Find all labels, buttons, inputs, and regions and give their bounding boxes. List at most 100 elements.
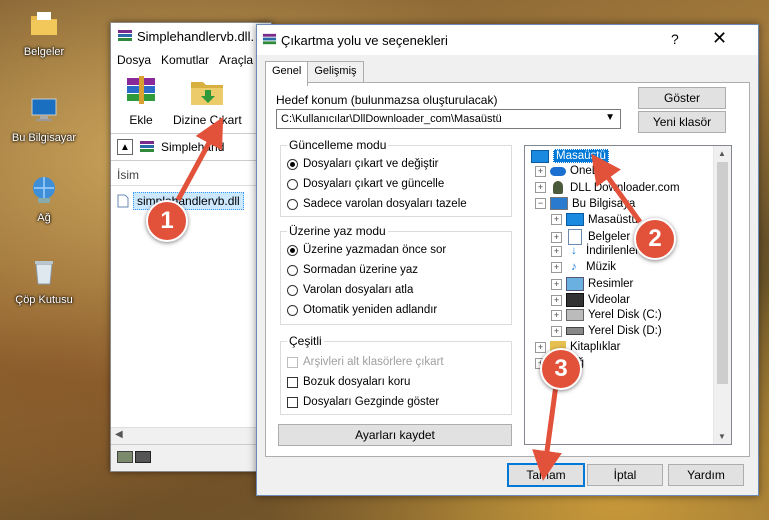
add-button-label: Ekle	[129, 113, 153, 127]
expand-icon[interactable]: +	[551, 309, 562, 321]
winrar-toolbar: Ekle Dizine Çıkart	[111, 71, 271, 127]
file-row[interactable]: simplehandlervb.dll	[117, 192, 271, 210]
radio-selected[interactable]	[287, 244, 298, 256]
tree-item-documents[interactable]: + Belgeler	[551, 229, 630, 245]
tree-item-label: İndirilenler	[586, 245, 640, 257]
save-settings-button[interactable]: Ayarları kaydet	[278, 424, 512, 446]
menu-tools[interactable]: Araçla	[219, 53, 253, 67]
winrar-icon	[262, 33, 277, 45]
overwrite-mode-title: Üzerine yaz modu	[287, 224, 388, 238]
expand-icon[interactable]: +	[551, 325, 562, 337]
horizontal-scrollbar[interactable]: ◀	[111, 427, 271, 445]
expand-icon[interactable]: +	[551, 261, 562, 273]
up-folder-icon[interactable]: ▲	[117, 139, 133, 155]
option-label: Dosyaları Gezginde göster	[303, 396, 440, 408]
menu-file[interactable]: Dosya	[117, 53, 151, 67]
misc-option-show-in-explorer[interactable]: Dosyaları Gezginde göster	[287, 396, 439, 408]
overwrite-option-rename[interactable]: Otomatik yeniden adlandır	[287, 304, 437, 316]
radio-selected[interactable]	[287, 158, 298, 170]
option-label: Dosyaları çıkart ve güncelle	[303, 178, 445, 190]
tree-item-desktop[interactable]: Masaüstü	[531, 149, 609, 163]
scroll-down-icon[interactable]: ▼	[718, 432, 726, 441]
tab-general[interactable]: Genel	[265, 61, 309, 86]
checkbox[interactable]	[287, 376, 298, 388]
scroll-up-icon[interactable]: ▲	[718, 149, 726, 158]
tree-item-dlldownloader[interactable]: + DLL Downloader.com	[535, 181, 680, 194]
tree-item-pc-desktop[interactable]: + Masaüstü	[551, 213, 638, 226]
step-3-badge: 3	[540, 348, 582, 390]
ok-button[interactable]: Tamam	[507, 463, 585, 487]
new-folder-button[interactable]: Yeni klasör	[638, 111, 726, 133]
folder-tree[interactable]: Masaüstü + OneDr + DLL Downloader.com − Bu …	[524, 145, 732, 445]
scroll-thumb[interactable]	[717, 162, 728, 384]
help-button[interactable]: Yardım	[668, 464, 744, 486]
destination-label: Hedef konum (bulunmazsa oluşturulacak)	[276, 93, 498, 107]
expand-icon[interactable]: +	[551, 245, 562, 257]
tab-advanced[interactable]: Gelişmiş	[307, 61, 364, 83]
chevron-down-icon[interactable]: ▼	[605, 112, 615, 123]
extract-folder-icon	[191, 82, 224, 105]
update-option-extract-update[interactable]: Dosyaları çıkart ve güncelle	[287, 178, 444, 190]
close-icon[interactable]: ✕	[712, 28, 727, 49]
tree-item-label: Müzik	[586, 261, 617, 273]
show-button[interactable]: Göster	[638, 87, 726, 109]
radio[interactable]	[287, 198, 298, 210]
desktop-icon-recycle-bin[interactable]: Çöp Kutusu	[6, 256, 82, 306]
misc-option-keep-broken[interactable]: Bozuk dosyaları koru	[287, 376, 410, 388]
tree-item-disk-c[interactable]: + Yerel Disk (C:)	[551, 309, 662, 321]
update-option-extract-replace[interactable]: Dosyaları çıkart ve değiştir	[287, 158, 439, 170]
radio[interactable]	[287, 284, 298, 296]
misc-option-subfolders[interactable]: Arşivleri alt klasörlere çıkart	[287, 356, 444, 368]
download-icon: ↓	[571, 245, 577, 257]
expand-icon[interactable]: +	[551, 278, 562, 290]
pictures-icon	[566, 277, 584, 291]
help-icon[interactable]: ?	[671, 31, 679, 47]
winrar-titlebar: Simplehandlervb.dll.	[111, 23, 271, 49]
general-panel: Hedef konum (bulunmazsa oluşturulacak) C…	[265, 82, 750, 457]
expand-icon[interactable]: +	[551, 294, 562, 306]
tree-item-pictures[interactable]: + Resimler	[551, 277, 633, 291]
tree-item-music[interactable]: + ♪ Müzik	[551, 261, 616, 273]
menu-commands[interactable]: Komutlar	[161, 53, 209, 67]
desktop-icon-documents[interactable]: Belgeler	[6, 8, 82, 58]
desktop-icon	[566, 213, 584, 226]
cancel-button[interactable]: İptal	[587, 464, 663, 486]
collapse-icon[interactable]: −	[535, 198, 546, 209]
dialog-title: Çıkartma yolu ve seçenekleri	[281, 32, 448, 48]
overwrite-option-ask[interactable]: Üzerine yazmadan önce sor	[287, 244, 446, 256]
radio[interactable]	[287, 178, 298, 190]
tree-item-disk-d[interactable]: + Yerel Disk (D:)	[551, 325, 662, 337]
option-label: Üzerine yazmadan önce sor	[303, 244, 447, 256]
expand-icon[interactable]: +	[535, 182, 546, 193]
expand-icon[interactable]: +	[551, 214, 562, 225]
misc-title: Çeşitli	[287, 334, 324, 348]
column-name-header[interactable]: İsim	[111, 165, 271, 186]
option-label: Otomatik yeniden adlandır	[303, 304, 438, 316]
tree-item-onedrive[interactable]: + OneDr	[535, 165, 604, 177]
desktop-icon-this-pc[interactable]: Bu Bilgisayar	[6, 94, 82, 144]
tree-item-this-pc[interactable]: − Bu Bilgisaya	[535, 197, 635, 210]
tree-item-label: Bu Bilgisaya	[572, 197, 636, 210]
winrar-window: Simplehandlervb.dll. Dosya Komutlar Araç…	[110, 22, 272, 472]
checkbox[interactable]	[287, 396, 298, 408]
expand-icon[interactable]: +	[551, 231, 562, 243]
tree-item-downloads[interactable]: + ↓ İndirilenler	[551, 245, 639, 257]
desktop-icon-network[interactable]: Ağ	[6, 174, 82, 224]
desktop-icon-label: Çöp Kutusu	[15, 294, 73, 306]
update-option-freshen[interactable]: Sadece varolan dosyaları tazele	[287, 198, 467, 210]
expand-icon[interactable]: +	[535, 341, 546, 353]
destination-path-value: C:\Kullanıcılar\DllDownloader_com\Masaüs…	[281, 113, 502, 125]
destination-path-combobox[interactable]: C:\Kullanıcılar\DllDownloader_com\Masaüs…	[276, 109, 621, 129]
user-icon	[553, 181, 563, 194]
overwrite-option-skip[interactable]: Varolan dosyaları atla	[287, 284, 413, 296]
add-button[interactable]: Ekle	[121, 74, 161, 127]
tree-item-videos[interactable]: + Videolar	[551, 293, 630, 307]
overwrite-option-without-prompt[interactable]: Sormadan üzerine yaz	[287, 264, 418, 276]
radio[interactable]	[287, 264, 298, 276]
expand-icon[interactable]: +	[535, 165, 546, 177]
extract-to-button[interactable]: Dizine Çıkart	[173, 74, 242, 127]
radio[interactable]	[287, 304, 298, 316]
checkbox-disabled[interactable]	[287, 356, 298, 368]
tree-scrollbar[interactable]: ▲ ▼	[713, 146, 731, 444]
drive-icon	[566, 327, 584, 335]
